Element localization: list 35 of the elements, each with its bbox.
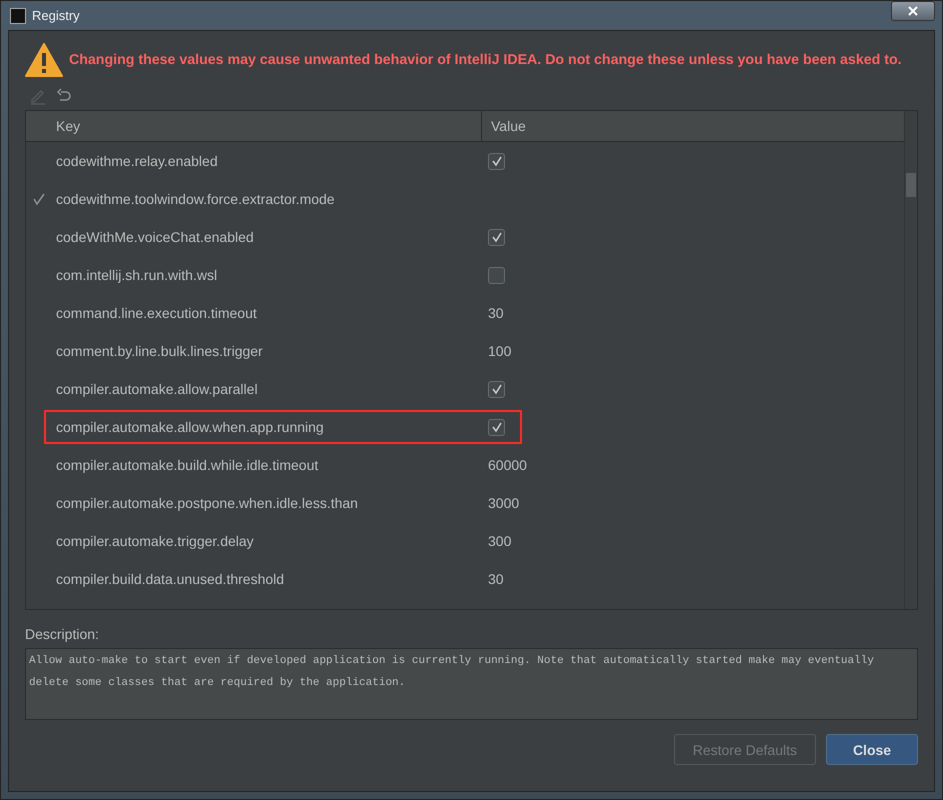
registry-key: command.line.execution.timeout [56, 305, 257, 321]
close-dialog-button[interactable]: Close [826, 734, 918, 765]
scrollbar-thumb[interactable] [906, 173, 916, 197]
registry-key: compiler.automake.postpone.when.idle.less.than [56, 495, 358, 511]
registry-key: compiler.automake.allow.parallel [56, 381, 258, 397]
checkbox[interactable] [488, 418, 505, 436]
registry-key: codewithme.relay.enabled [56, 153, 218, 169]
registry-value: 30 [488, 571, 504, 587]
close-icon [908, 6, 918, 16]
checkbox[interactable] [488, 380, 505, 398]
registry-value: 300 [488, 533, 512, 549]
checkbox[interactable] [488, 266, 505, 284]
app-icon [10, 8, 26, 24]
registry-key: com.intellij.sh.run.with.wsl [56, 267, 218, 283]
registry-value: 60000 [488, 457, 527, 473]
registry-key: compiler.automake.allow.when.app.running [56, 419, 324, 435]
registry-key: compiler.build.data.unused.threshold [56, 571, 284, 587]
registry-key: codeWithMe.voiceChat.enabled [56, 229, 254, 245]
registry-value: 100 [488, 343, 512, 359]
description-text: Allow auto-make to start even if developed application is currently running. Note that automatically started make may eventually delete some classes that are required by the application. [25, 648, 918, 720]
checkbox[interactable] [488, 152, 505, 170]
registry-key: compiler.automake.trigger.delay [56, 533, 254, 549]
registry-key: compiler.automake.build.while.idle.timeout [56, 457, 318, 473]
column-header[interactable]: Key [52, 111, 481, 141]
registry-key: codewithme.toolwindow.force.extractor.mode [56, 191, 335, 207]
description-label: Description: [25, 626, 100, 642]
registry-key: comment.by.line.bulk.lines.trigger [56, 343, 263, 359]
close-button[interactable] [891, 1, 935, 21]
window-title: Registry [32, 8, 81, 23]
warning-icon [25, 43, 63, 77]
warning-message: Changing these values may cause unwanted behavior of IntelliJ IDEA. Do not change these unless you have been asked to. [69, 52, 902, 68]
registry-value: 30 [488, 305, 504, 321]
checkbox[interactable] [488, 228, 505, 246]
pencil-icon [29, 87, 47, 105]
registry-value: 3000 [488, 495, 520, 511]
